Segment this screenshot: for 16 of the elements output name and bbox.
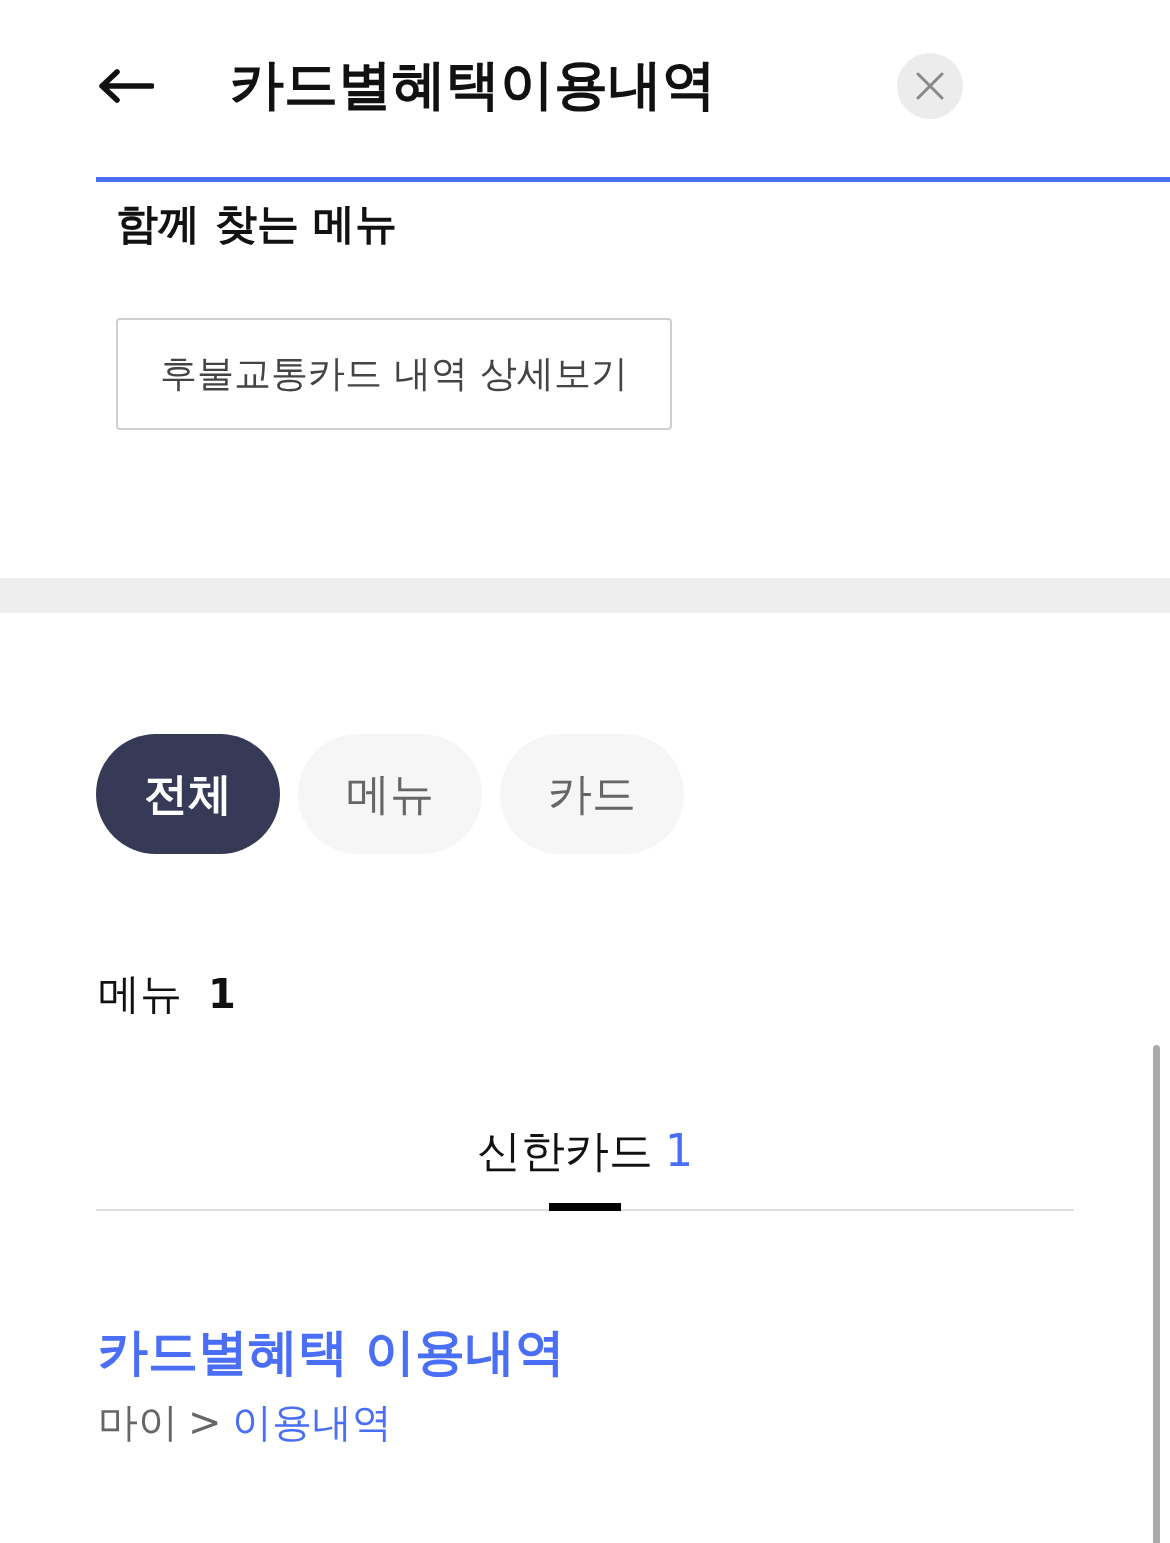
section-title: 함께 찾는 메뉴 — [116, 198, 398, 250]
related-menu-button[interactable]: 후불교통카드 내역 상세보기 — [116, 318, 672, 430]
result-count: 1 — [208, 970, 236, 1019]
scrollbar-thumb[interactable] — [1153, 1045, 1160, 1543]
close-icon — [916, 71, 944, 100]
breadcrumb-link[interactable]: 이용내역 — [231, 1397, 392, 1447]
filter-chip[interactable]: 메뉴 — [298, 734, 482, 854]
filter-chip[interactable]: 전체 — [96, 734, 280, 854]
search-field[interactable]: 카드별혜택이용내역 — [230, 47, 870, 124]
card-tab[interactable]: 신한카드 1 — [473, 1117, 697, 1211]
back-arrow-icon — [98, 68, 154, 103]
result-category-label: 메뉴 — [98, 969, 182, 1019]
result-link[interactable]: 카드별혜택 이용내역 — [98, 1321, 566, 1383]
breadcrumb-separator: > — [188, 1398, 222, 1447]
breadcrumb-item: 마이 — [98, 1398, 178, 1447]
filter-chip[interactable]: 카드 — [500, 734, 684, 854]
